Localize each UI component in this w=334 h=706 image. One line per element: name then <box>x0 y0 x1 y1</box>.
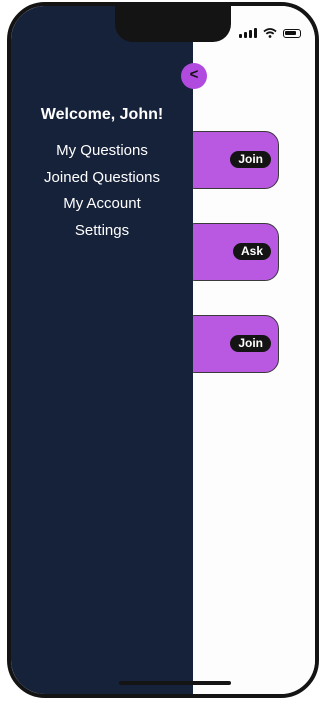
notch <box>115 6 231 42</box>
join-button[interactable]: Join <box>230 151 271 168</box>
home-indicator <box>119 681 231 685</box>
question-card[interactable]: Ask <box>181 223 279 281</box>
menu-item-my-account[interactable]: My Account <box>11 191 193 218</box>
side-drawer: Welcome, John! My Questions Joined Quest… <box>11 6 193 694</box>
question-card[interactable]: Join <box>181 131 279 189</box>
join-button[interactable]: Join <box>230 335 271 352</box>
drawer-menu: My Questions Joined Questions My Account… <box>11 138 193 244</box>
menu-item-my-questions[interactable]: My Questions <box>11 138 193 165</box>
battery-icon <box>283 28 301 38</box>
close-drawer-button[interactable]: < <box>181 63 207 89</box>
phone-frame: Join Ask Join Welcome, John! My Question… <box>7 2 319 698</box>
welcome-heading: Welcome, John! <box>40 106 164 123</box>
signal-icon <box>239 28 257 38</box>
question-card[interactable]: Join <box>181 315 279 373</box>
menu-item-joined-questions[interactable]: Joined Questions <box>11 165 193 192</box>
menu-item-settings[interactable]: Settings <box>11 218 193 245</box>
ask-button[interactable]: Ask <box>232 243 271 260</box>
status-bar <box>239 28 301 38</box>
wifi-icon <box>263 28 277 38</box>
